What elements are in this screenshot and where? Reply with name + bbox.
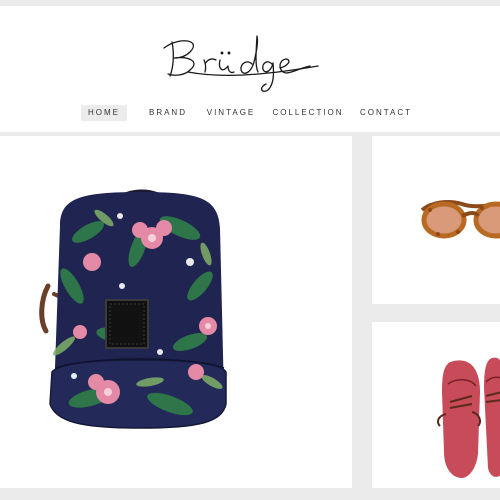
page: HOME BRAND VINTAGE COLLECTION CONTACT [0,0,500,500]
shoes-image-icon [437,357,500,478]
nav-contact[interactable]: CONTACT [357,105,415,121]
backpack-image-icon [39,189,227,429]
product-tile-backpack[interactable] [0,136,352,488]
nav-vintage[interactable]: VINTAGE [203,105,259,121]
site-header: HOME BRAND VINTAGE COLLECTION CONTACT [0,6,500,132]
brand-logo[interactable] [160,26,340,98]
sunglasses-image-icon [420,200,500,239]
nav-collection[interactable]: COLLECTION [270,105,346,121]
product-tile-sunglasses[interactable] [372,136,500,304]
nav-home[interactable]: HOME [81,105,127,121]
page-bottom-edge [0,490,500,500]
nav-brand[interactable]: BRAND [144,105,192,121]
main-nav: HOME BRAND VINTAGE COLLECTION CONTACT [0,102,500,124]
logo-script-icon [163,35,319,92]
product-tile-shoes[interactable] [372,322,500,488]
